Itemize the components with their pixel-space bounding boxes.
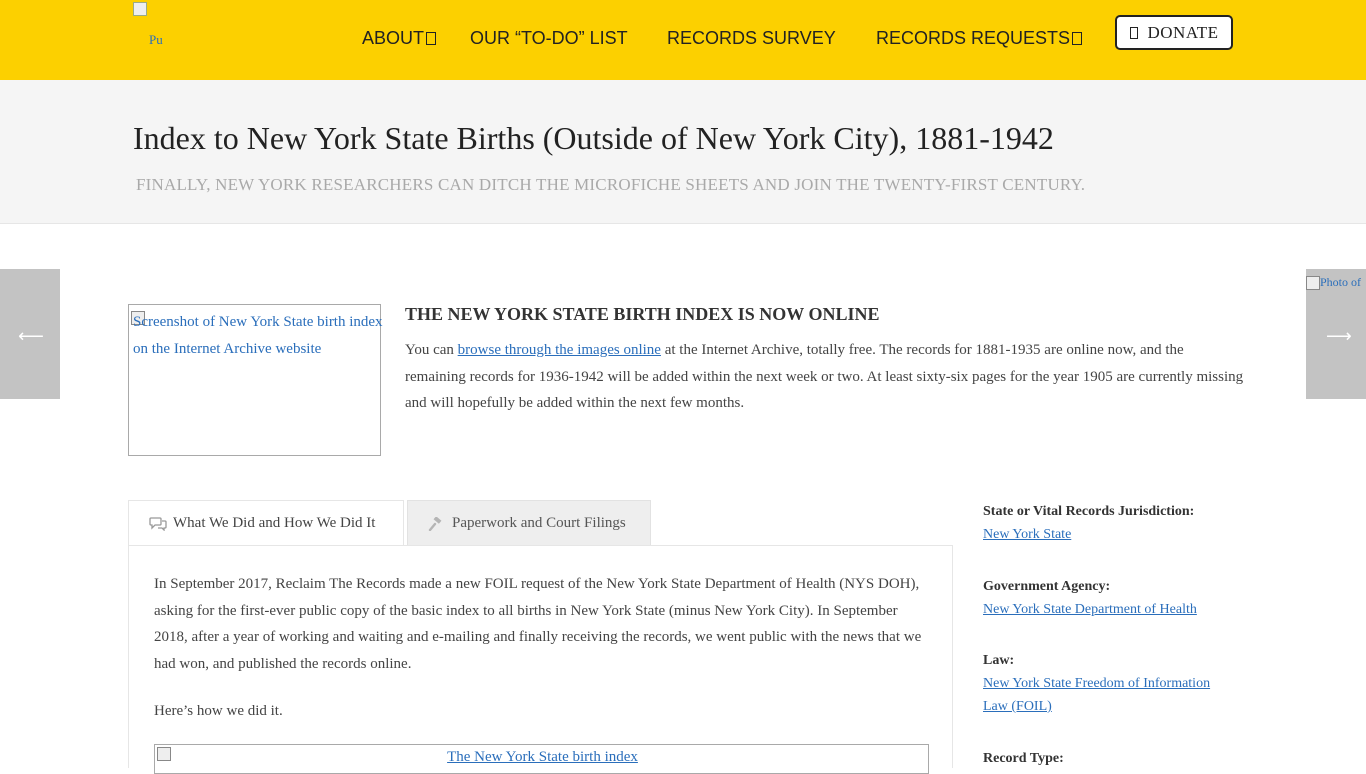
nav-records-requests[interactable]: RECORDS REQUESTS xyxy=(876,28,1083,49)
page-title: Index to New York State Births (Outside … xyxy=(133,120,1054,156)
next-post-thumb-alt: Photo of xyxy=(1320,275,1362,289)
donate-button[interactable]: DONATE xyxy=(1115,15,1233,50)
nav-records-survey-label: RECORDS SURVEY xyxy=(667,28,836,48)
gavel-icon xyxy=(428,515,444,531)
comments-icon xyxy=(149,517,167,532)
arrow-left-icon: ⟵ xyxy=(18,326,44,347)
law-meta: Law: New York State Freedom of Informati… xyxy=(983,649,1223,718)
panel-paragraph: Here’s how we did it. xyxy=(154,703,283,719)
donate-label: DONATE xyxy=(1147,22,1219,42)
nav-about-label: ABOUT xyxy=(362,28,425,48)
next-post-button[interactable]: Photo of ⟶ xyxy=(1306,269,1366,399)
tab-what-we-did-label: What We Did and How We Did It xyxy=(173,515,376,531)
logo-alt-text: Pu xyxy=(149,32,163,47)
chevron-down-icon xyxy=(426,32,437,45)
featured-heading: THE NEW YORK STATE BIRTH INDEX IS NOW ON… xyxy=(405,304,880,324)
panel-paragraph: In September 2017, Reclaim The Records m… xyxy=(154,576,922,673)
law-link[interactable]: New York State Freedom of Information La… xyxy=(983,672,1223,718)
featured-image[interactable]: Screenshot of New York State birth index… xyxy=(128,304,383,456)
site-logo[interactable]: Pu xyxy=(133,2,173,52)
tab-paperwork-label: Paperwork and Court Filings xyxy=(452,514,626,531)
birth-index-image-link[interactable]: The New York State birth index xyxy=(155,749,930,766)
nav-records-survey[interactable]: RECORDS SURVEY xyxy=(667,28,836,49)
chevron-down-icon xyxy=(1072,32,1083,45)
content-tabs: What We Did and How We Did It Paperwork … xyxy=(128,500,953,546)
nav-about[interactable]: ABOUT xyxy=(362,28,437,49)
agency-meta: Government Agency: New York State Depart… xyxy=(983,575,1243,621)
featured-paragraph: You can browse through the images online… xyxy=(405,337,1245,417)
jurisdiction-meta: State or Vital Records Jurisdiction: New… xyxy=(983,500,1243,546)
browse-images-link[interactable]: browse through the images online xyxy=(458,342,661,358)
featured-image-alt: Screenshot of New York State birth index… xyxy=(131,307,383,357)
meta-label: Government Agency: xyxy=(983,579,1111,594)
arrow-right-icon: ⟶ xyxy=(1326,326,1352,347)
meta-label: Law: xyxy=(983,653,1015,668)
jurisdiction-link[interactable]: New York State xyxy=(983,523,1243,546)
meta-label: State or Vital Records Jurisdiction: xyxy=(983,504,1195,519)
agency-link[interactable]: New York State Department of Health xyxy=(983,598,1243,621)
heart-icon xyxy=(1129,26,1138,39)
next-post-thumbnail: Photo of xyxy=(1306,275,1366,291)
broken-image-icon xyxy=(133,2,147,16)
page-subtitle: FINALLY, NEW YORK RESEARCHERS CAN DITCH … xyxy=(136,175,1086,194)
tab-what-we-did[interactable]: What We Did and How We Did It xyxy=(128,500,404,546)
record-type-meta: Record Type: xyxy=(983,747,1243,770)
nav-todo-list[interactable]: OUR “TO-DO” LIST xyxy=(470,28,628,49)
nav-records-requests-label: RECORDS REQUESTS xyxy=(876,28,1071,48)
meta-label: Record Type: xyxy=(983,751,1064,766)
broken-image-icon xyxy=(1306,276,1320,291)
nav-todo-list-label: OUR “TO-DO” LIST xyxy=(470,28,628,48)
previous-post-button[interactable]: ⟵ xyxy=(0,269,60,399)
featured-text-before: You can xyxy=(405,342,458,358)
tab-paperwork[interactable]: Paperwork and Court Filings xyxy=(407,500,651,546)
site-header: Pu ABOUT OUR “TO-DO” LIST RECORDS SURVEY… xyxy=(0,0,1366,80)
birth-index-image[interactable]: The New York State birth index xyxy=(154,744,929,774)
featured-image-alt-text: Screenshot of New York State birth index… xyxy=(133,314,383,357)
